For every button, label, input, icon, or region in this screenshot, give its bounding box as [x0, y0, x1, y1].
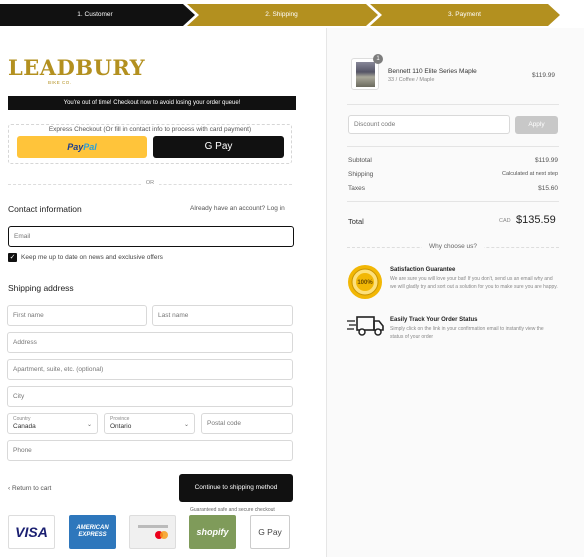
feature-title-guarantee: Satisfaction Guarantee: [390, 267, 456, 273]
paypal-button[interactable]: PayPal: [17, 136, 147, 158]
postal-code-placeholder: Postal code: [207, 420, 241, 427]
taxes-row: Taxes $15.60: [348, 185, 558, 192]
guarantee-seal-icon: 100%: [348, 265, 382, 299]
checkout-breadcrumb: 1. Customer 2. Shipping 3. Payment: [0, 4, 560, 26]
first-name-field[interactable]: First name: [7, 305, 147, 326]
continue-to-shipping-button[interactable]: Continue to shipping method: [179, 474, 293, 502]
brand-logo[interactable]: LEADBURY BIKE CO.: [8, 55, 145, 89]
product-name: Bennett 110 Elite Series Maple: [388, 68, 477, 75]
quantity-badge: 1: [373, 54, 383, 64]
mastercard-icon: [137, 525, 168, 539]
email-placeholder: Email: [14, 233, 31, 240]
address-field[interactable]: Address: [7, 332, 293, 353]
subtotal-row: Subtotal $119.99: [348, 157, 558, 164]
city-placeholder: City: [13, 393, 25, 400]
country-select[interactable]: Country Canada ⌄: [7, 413, 98, 434]
step-shipping[interactable]: 2. Shipping: [190, 4, 373, 26]
total-value: $135.59: [516, 214, 556, 226]
newsletter-label: Keep me up to date on news and exclusive…: [21, 254, 163, 261]
country-value: Canada: [13, 423, 36, 430]
feature-desc-guarantee: We are sure you will love your bat! If y…: [390, 276, 558, 290]
shipping-label: Shipping: [348, 171, 374, 178]
shipping-row: Shipping Calculated at next step: [348, 171, 558, 178]
google-pay-button[interactable]: G Pay: [153, 136, 284, 158]
paypal-logo-pay: Pay: [67, 142, 84, 152]
phone-field[interactable]: Phone: [7, 440, 293, 461]
paypal-logo-pal: Pal: [83, 142, 97, 152]
mastercard-badge: [129, 515, 176, 549]
subtotal-label: Subtotal: [348, 157, 372, 164]
apply-discount-button[interactable]: Apply: [515, 116, 558, 134]
amex-text-1: AMERICAN: [76, 525, 109, 531]
return-to-cart-link[interactable]: ‹ Return to cart: [8, 485, 51, 492]
return-to-cart-label: Return to cart: [11, 485, 52, 492]
express-checkout-box: Express Checkout (Or fill in contact inf…: [8, 124, 292, 164]
subtotal-value: $119.99: [534, 157, 558, 164]
discount-code-placeholder: Discount code: [354, 121, 396, 128]
step-customer[interactable]: 1. Customer: [0, 4, 190, 26]
province-label: Province: [110, 416, 130, 422]
visa-badge: VISA: [8, 515, 55, 549]
product-variant: 33 / Coffee / Maple: [388, 77, 435, 83]
email-field[interactable]: Email: [8, 226, 294, 247]
address-placeholder: Address: [13, 339, 37, 346]
amex-text-2: EXPRESS: [78, 532, 107, 538]
delivery-truck-icon: [347, 316, 384, 336]
order-summary-column: 1 Bennett 110 Elite Series Maple 33 / Co…: [326, 28, 584, 557]
google-pay-badge: G Pay: [250, 515, 290, 549]
taxes-value: $15.60: [538, 185, 558, 192]
discount-code-field[interactable]: Discount code: [348, 115, 510, 134]
last-name-field[interactable]: Last name: [152, 305, 293, 326]
feature-desc-tracking: Simply click on the link in your confirm…: [390, 326, 544, 340]
shopify-badge: shopify: [189, 515, 236, 549]
shipping-value: Calculated at next step: [502, 171, 558, 177]
chevron-down-icon: ⌄: [86, 422, 92, 428]
step-payment[interactable]: 3. Payment: [373, 4, 556, 26]
total-currency: CAD: [499, 218, 511, 224]
chevron-down-icon: ⌄: [183, 422, 189, 428]
apartment-field[interactable]: Apartment, suite, etc. (optional): [7, 359, 293, 380]
product-price: $119.99: [532, 72, 556, 79]
country-label: Country: [13, 416, 31, 422]
last-name-placeholder: Last name: [158, 312, 189, 319]
province-value: Ontario: [110, 423, 132, 430]
why-choose-us-title: Why choose us?: [422, 243, 484, 250]
login-link[interactable]: Already have an account? Log in: [190, 205, 285, 212]
city-field[interactable]: City: [7, 386, 293, 407]
divider: [347, 146, 559, 147]
postal-code-field[interactable]: Postal code: [201, 413, 293, 434]
express-checkout-title: Express Checkout (Or fill in contact inf…: [48, 126, 252, 133]
amex-badge: AMERICAN EXPRESS: [69, 515, 116, 549]
newsletter-checkbox[interactable]: ✓: [8, 253, 17, 262]
or-label: OR: [141, 180, 159, 186]
divider: [347, 104, 559, 105]
seal-text: 100%: [357, 280, 373, 286]
checkout-form-column: LEADBURY BIKE CO. You're out of time! Ch…: [0, 28, 326, 557]
first-name-placeholder: First name: [13, 312, 44, 319]
product-image: [356, 62, 375, 87]
brand-name: LEADBURY: [8, 55, 146, 80]
secure-checkout-text: Guaranteed safe and secure checkout: [190, 507, 275, 513]
province-select[interactable]: Province Ontario ⌄: [104, 413, 195, 434]
taxes-label: Taxes: [348, 185, 365, 192]
phone-placeholder: Phone: [13, 447, 32, 454]
total-label: Total: [348, 217, 364, 226]
divider: [347, 201, 559, 202]
timer-banner: You're out of time! Checkout now to avoi…: [8, 96, 296, 110]
feature-title-tracking: Easily Track Your Order Status: [390, 317, 478, 323]
shipping-section-title: Shipping address: [8, 283, 74, 293]
apartment-placeholder: Apartment, suite, etc. (optional): [13, 366, 104, 373]
contact-section-title: Contact information: [8, 204, 82, 214]
brand-tagline: BIKE CO.: [48, 80, 72, 85]
